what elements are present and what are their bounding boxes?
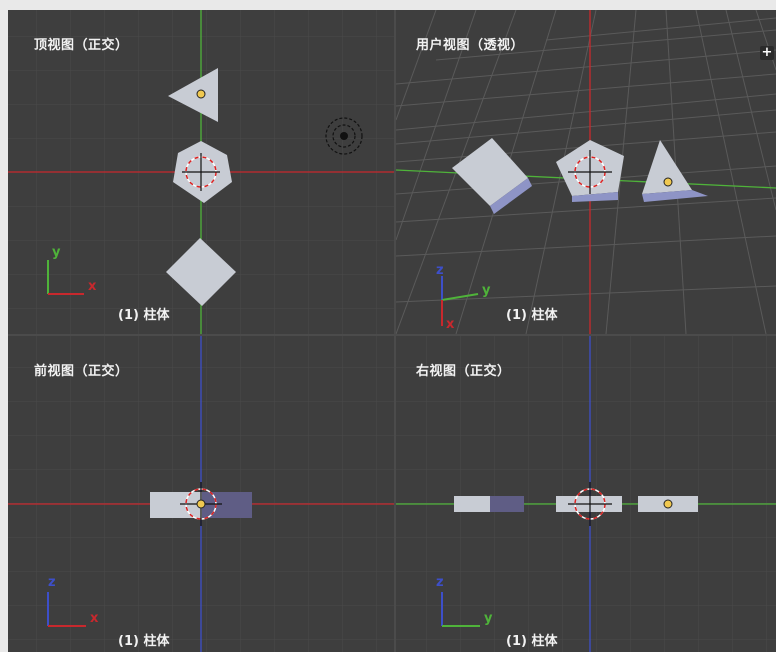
active-object-label: (1) 柱体 [506,308,558,323]
axis-label-x: x [90,611,99,626]
top-viewport[interactable]: y x 顶视图（正交） (1) 柱体 [8,10,394,334]
viewport-expand-button[interactable]: + [760,46,774,60]
user-viewport[interactable]: z y x 用户视图（透视） (1) 柱体 + [396,10,776,334]
axis-label-z: z [48,575,56,590]
user-viewport-canvas[interactable]: z y x [396,10,776,334]
axis-label-y: y [482,283,491,298]
viewport-title: 右视图（正交） [416,364,511,379]
axis-label-y: y [484,611,493,626]
right-viewport[interactable]: z y 右视图（正交） (1) 柱体 [396,336,776,652]
cube-object [454,496,490,512]
viewport-title: 前视图（正交） [34,364,129,379]
viewport-layout: y x 顶视图（正交） (1) 柱体 z y x 用户视图（透视） (1) 柱体… [8,10,776,652]
right-viewport-canvas[interactable]: z y [396,336,776,652]
axis-label-y: y [52,245,61,260]
front-objects [150,492,202,518]
active-object-label: (1) 柱体 [118,634,170,649]
viewport-title: 顶视图（正交） [34,38,129,53]
active-object-label: (1) 柱体 [118,308,170,323]
object-origin [196,89,206,99]
axis-label-x: x [446,317,455,332]
axis-label-z: z [436,263,444,278]
front-viewport[interactable]: z x 前视图（正交） (1) 柱体 [8,336,394,652]
object-origin [663,177,673,187]
front-viewport-canvas[interactable]: z x [8,336,394,652]
axis-label-x: x [88,279,97,294]
object-origin [663,499,673,509]
top-viewport-canvas[interactable]: y x [8,10,394,334]
active-object-label: (1) 柱体 [506,634,558,649]
object-origin [196,499,206,509]
axis-label-z: z [436,575,444,590]
viewport-title: 用户视图（透视） [416,38,525,53]
